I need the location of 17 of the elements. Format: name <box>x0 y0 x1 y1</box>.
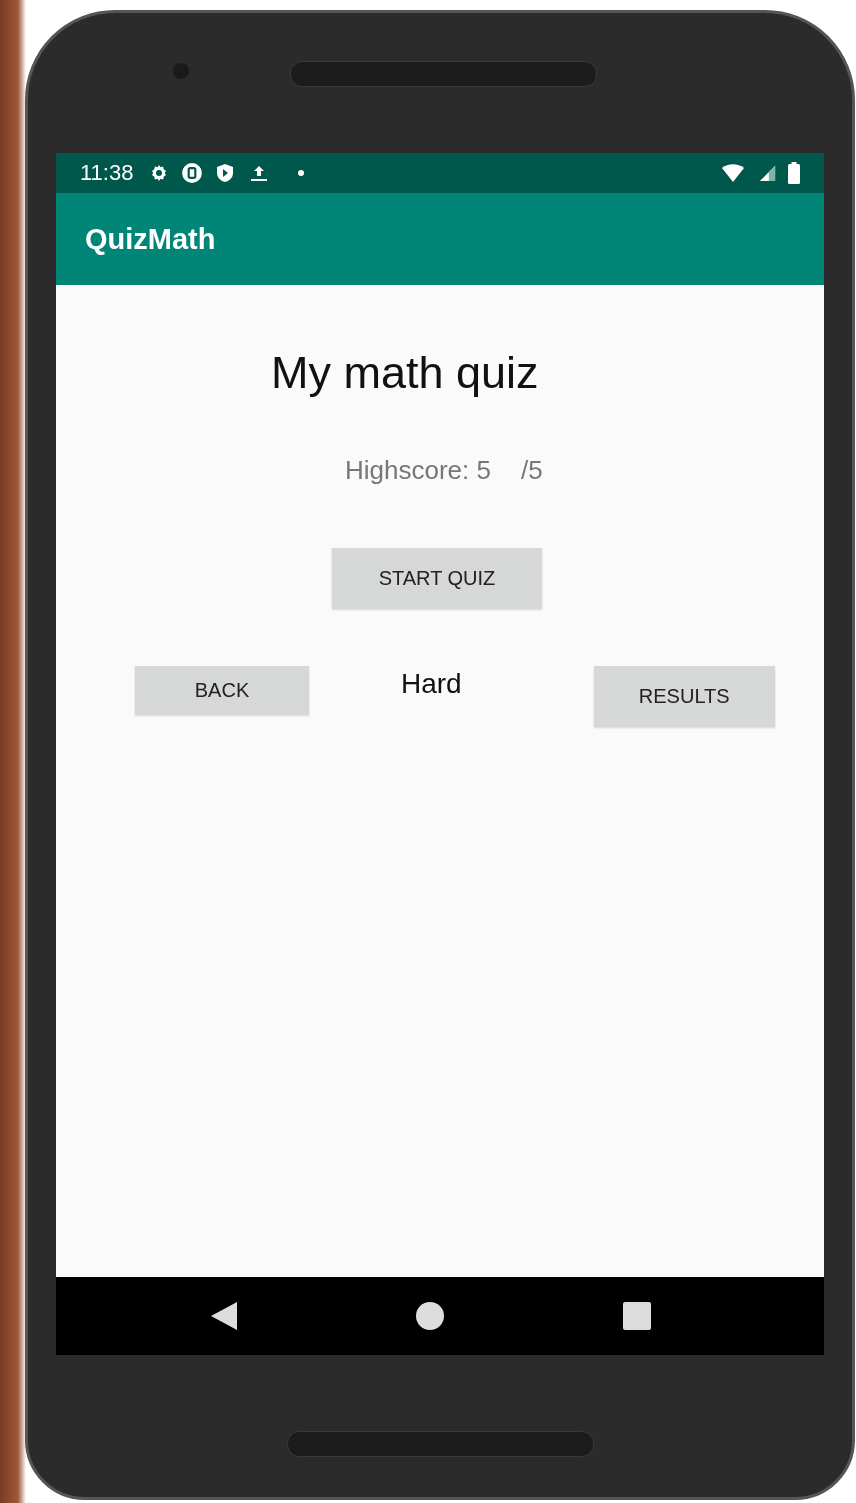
highscore-total: /5 <box>520 455 543 486</box>
highscore-label: Highscore: 5 <box>345 455 491 486</box>
shield-play-icon <box>215 163 236 183</box>
status-time: 11:38 <box>80 160 134 186</box>
results-button[interactable]: RESULTS <box>593 666 775 727</box>
back-button[interactable]: BACK <box>135 666 309 715</box>
app-title: QuizMath <box>85 222 216 256</box>
dot-icon <box>297 169 306 177</box>
quiz-heading: My math quiz <box>271 346 539 400</box>
wifi-icon <box>720 163 746 183</box>
start-quiz-button[interactable]: START QUIZ <box>332 548 542 609</box>
home-icon[interactable] <box>416 1302 444 1330</box>
battery-icon <box>788 162 800 184</box>
difficulty-label: Hard <box>401 667 462 701</box>
back-icon[interactable] <box>211 1302 237 1330</box>
signal-icon <box>758 164 776 182</box>
circled-letter-icon <box>181 162 204 184</box>
